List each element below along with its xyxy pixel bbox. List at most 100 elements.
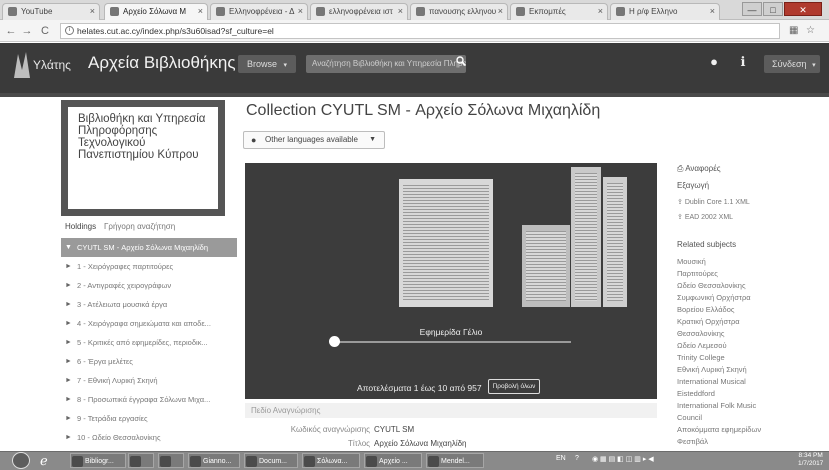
tree-item[interactable]: ► 7 - Εθνική Λυρική Σκηνή bbox=[61, 371, 237, 390]
ead-link[interactable]: ⇪ EAD 2002 XML bbox=[677, 213, 733, 221]
info-icon[interactable]: ℹ bbox=[735, 54, 751, 70]
window-close-button[interactable]: ✕ bbox=[784, 2, 822, 16]
taskbar-button[interactable]: Bibliogr... bbox=[70, 453, 126, 468]
caret-right-icon[interactable]: ► bbox=[65, 371, 72, 390]
tray-icons[interactable]: ◉ ▦ ▤ ◧ ◫ ▥ ▸ ◀ bbox=[592, 455, 654, 463]
tree-item[interactable]: ► 6 - Έργα μελέτες bbox=[61, 352, 237, 371]
taskbar-button[interactable]: Σόλωνα... bbox=[302, 453, 360, 468]
subject-link[interactable]: Council bbox=[677, 413, 702, 422]
subject-link[interactable]: Θεσσαλονίκης bbox=[677, 329, 725, 338]
logo-icon[interactable] bbox=[12, 50, 32, 80]
browser-tab[interactable]: ελληνοφρένεια ιστ × bbox=[310, 3, 408, 20]
search-icon[interactable] bbox=[456, 56, 466, 66]
browser-tab[interactable]: Ελληνοφρένεια - Δ × bbox=[210, 3, 308, 20]
search-input[interactable]: Αναζήτηση Βιβλιοθήκη και Υπηρεσία Πληρο bbox=[306, 55, 466, 73]
subject-link[interactable]: International Folk Music bbox=[677, 401, 756, 410]
subject-link[interactable]: Trinity College bbox=[677, 353, 725, 362]
taskbar-button[interactable]: Gianno... bbox=[188, 453, 240, 468]
taskbar-button[interactable]: Docum... bbox=[244, 453, 298, 468]
caret-right-icon[interactable]: ► bbox=[65, 295, 72, 314]
repository-title[interactable]: Αρχεία Βιβλιοθήκης bbox=[88, 53, 236, 73]
caret-right-icon[interactable]: ► bbox=[65, 352, 72, 371]
close-tab-icon[interactable]: × bbox=[298, 4, 303, 19]
globe-icon[interactable]: ● bbox=[706, 54, 722, 70]
tree-item[interactable]: ► 4 - Χειρόγραφα σημειώματα και αποδε... bbox=[61, 314, 237, 333]
close-tab-icon[interactable]: × bbox=[498, 4, 503, 19]
subject-link[interactable]: Κρατική Ορχήστρα bbox=[677, 317, 740, 326]
institution-logo-box[interactable]: Βιβλιοθήκη και Υπηρεσία Πληροφόρησης Τεχ… bbox=[61, 100, 225, 216]
close-tab-icon[interactable]: × bbox=[398, 4, 403, 19]
tree-item[interactable]: ► 10 - Ωδείο Θεσσαλονίκης bbox=[61, 428, 237, 447]
carousel-slider-track[interactable] bbox=[333, 341, 571, 343]
other-languages-button[interactable]: ● Other languages available ▼ bbox=[243, 131, 385, 149]
extension-icon[interactable]: ▦ bbox=[789, 25, 798, 36]
subject-link[interactable]: Βορείου Ελλάδος bbox=[677, 305, 735, 314]
browser-tab[interactable]: Εκπομπές × bbox=[510, 3, 608, 20]
subject-link[interactable]: Φεστιβάλ bbox=[677, 437, 708, 446]
system-clock[interactable]: 8:34 PM 1/7/2017 bbox=[798, 452, 823, 468]
login-button[interactable]: Σύνδεση ▾ bbox=[764, 55, 820, 73]
bookmark-star-icon[interactable]: ☆ bbox=[806, 25, 815, 36]
brand-name[interactable]: Υλάτης bbox=[33, 58, 71, 72]
help-icon[interactable]: ? bbox=[575, 455, 579, 462]
subject-link[interactable]: Μουσική bbox=[677, 257, 706, 266]
subject-link[interactable]: Συμφωνική Ορχήστρα bbox=[677, 293, 751, 302]
taskbar-button[interactable]: Mendel... bbox=[426, 453, 484, 468]
site-info-icon[interactable]: i bbox=[65, 26, 74, 35]
subject-link[interactable]: Ωδείο Λεμεσού bbox=[677, 341, 727, 350]
document-thumbnail[interactable] bbox=[522, 225, 570, 307]
caret-right-icon[interactable]: ► bbox=[65, 276, 72, 295]
reload-icon[interactable]: C bbox=[38, 23, 52, 39]
caret-right-icon[interactable]: ► bbox=[65, 333, 72, 352]
taskbar-button[interactable] bbox=[128, 453, 154, 468]
dublin-core-link[interactable]: ⇪ Dublin Core 1.1 XML bbox=[677, 198, 750, 206]
close-tab-icon[interactable]: × bbox=[198, 4, 203, 19]
close-tab-icon[interactable]: × bbox=[90, 4, 95, 19]
tab-quick-search[interactable]: Γρήγορη αναζήτηση bbox=[104, 222, 175, 231]
close-tab-icon[interactable]: × bbox=[598, 4, 603, 19]
identity-area-heading[interactable]: Πεδίο Αναγνώρισης bbox=[245, 403, 657, 418]
internet-explorer-icon[interactable]: ℯ bbox=[40, 453, 62, 468]
forward-icon[interactable]: → bbox=[20, 23, 34, 39]
url-field[interactable]: i helates.cut.ac.cy/index.php/s3u60isad?… bbox=[60, 23, 780, 39]
start-button[interactable] bbox=[12, 452, 30, 469]
caret-right-icon[interactable]: ► bbox=[65, 409, 72, 428]
window-minimize-button[interactable]: — bbox=[742, 2, 762, 16]
tab-holdings[interactable]: Holdings bbox=[65, 222, 96, 231]
carousel-slider-handle[interactable] bbox=[329, 336, 340, 347]
taskbar-button[interactable] bbox=[158, 453, 184, 468]
tree-item[interactable]: ► 9 - Τετράδια εργασίες bbox=[61, 409, 237, 428]
caret-right-icon[interactable]: ► bbox=[65, 314, 72, 333]
browser-tab[interactable]: YouTube × bbox=[2, 3, 100, 20]
caret-right-icon[interactable]: ► bbox=[65, 257, 72, 276]
window-maximize-button[interactable]: □ bbox=[763, 2, 783, 16]
tree-item[interactable]: ► 1 - Χειρόγραφες παρτιτούρες bbox=[61, 257, 237, 276]
clipping-thumbnail[interactable] bbox=[571, 167, 601, 307]
subject-link[interactable]: Παρτιτούρες bbox=[677, 269, 718, 278]
back-icon[interactable]: ← bbox=[4, 23, 18, 39]
close-tab-icon[interactable]: × bbox=[710, 4, 715, 19]
subject-link[interactable]: Ωδείο Θεσσαλονίκης bbox=[677, 281, 746, 290]
subject-link[interactable]: International Musical bbox=[677, 377, 746, 386]
language-indicator[interactable]: EN bbox=[556, 455, 566, 462]
tree-item[interactable]: ► 5 - Κριτικές από εφημερίδες, περιοδικ..… bbox=[61, 333, 237, 352]
newspaper-thumbnail[interactable] bbox=[399, 179, 493, 307]
browser-tab[interactable]: Αρχείο Σόλωνα Μ × bbox=[104, 3, 208, 20]
clipping-thumbnail[interactable] bbox=[603, 177, 627, 307]
browser-tab[interactable]: πανουσης ελληνου × bbox=[410, 3, 508, 20]
reports-link[interactable]: ⎙ Αναφορές bbox=[677, 164, 721, 174]
tree-item[interactable]: ▼ CYUTL SM - Αρχείο Σόλωνα Μιχαηλίδη bbox=[61, 238, 237, 257]
browser-tab[interactable]: Η ρ/φ Ελληνο × bbox=[610, 3, 720, 20]
browse-button[interactable]: Browse ▾ bbox=[238, 55, 296, 73]
tree-item[interactable]: ► 8 - Προσωπικά έγγραφα Σόλωνα Μιχα... bbox=[61, 390, 237, 409]
tree-item[interactable]: ► 2 - Αντιγραφές χειρογράφων bbox=[61, 276, 237, 295]
caret-right-icon[interactable]: ► bbox=[65, 390, 72, 409]
taskbar-button[interactable]: Αρχείο ... bbox=[364, 453, 422, 468]
subject-link[interactable]: Αποκόμματα εφημερίδων bbox=[677, 425, 761, 434]
caret-right-icon[interactable]: ► bbox=[65, 428, 72, 447]
subject-link[interactable]: Εθνική Λυρική Σκηνή bbox=[677, 365, 747, 374]
tree-item[interactable]: ► 3 - Ατέλειωτα μουσικά έργα bbox=[61, 295, 237, 314]
caret-down-icon[interactable]: ▼ bbox=[65, 238, 72, 257]
subject-link[interactable]: Eisteddford bbox=[677, 389, 715, 398]
show-all-button[interactable]: Προβολή όλων bbox=[488, 379, 540, 394]
